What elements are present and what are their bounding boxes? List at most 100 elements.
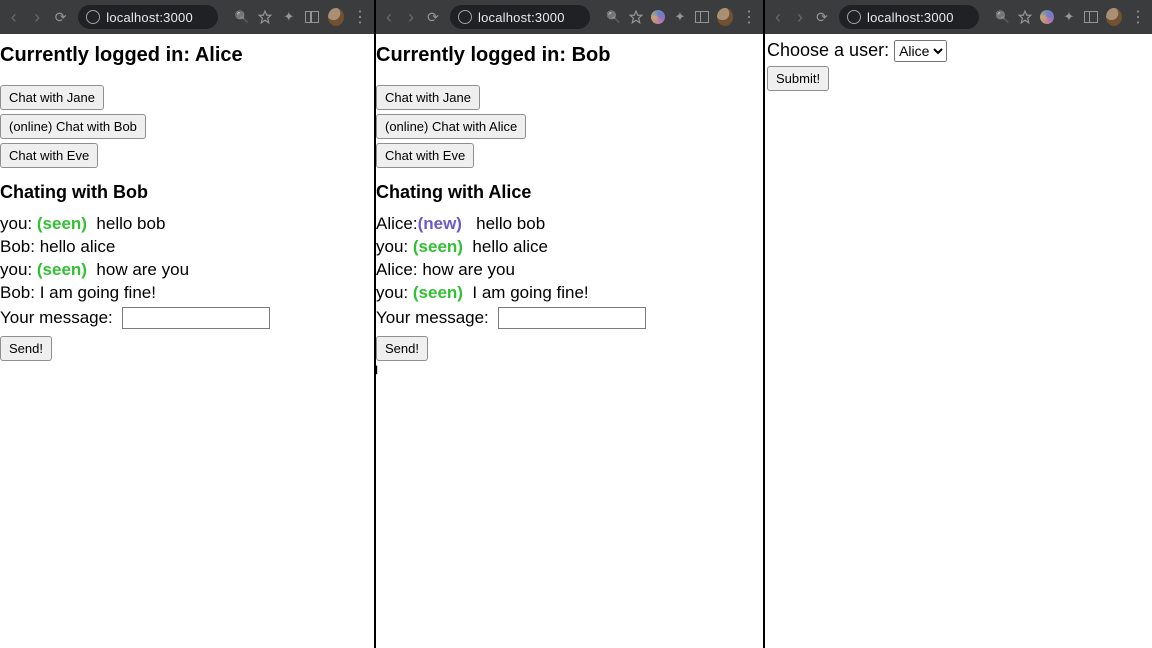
address-bar[interactable]: localhost:3000 (450, 5, 590, 29)
extensions-icon[interactable] (1062, 9, 1076, 25)
chat-heading: Chating with Alice (376, 182, 763, 203)
side-panel-icon[interactable] (1084, 9, 1098, 25)
extensions-icon[interactable] (281, 9, 296, 25)
kebab-menu-icon[interactable] (1130, 9, 1146, 25)
message-row: Bob: I am going fine! (0, 282, 374, 305)
chat-with-jane-button[interactable]: Chat with Jane (376, 85, 480, 110)
chooser-label: Choose a user: (767, 40, 889, 60)
msg-text: I am going fine! (40, 283, 156, 302)
message-input[interactable] (122, 307, 270, 329)
msg-status: (new) (418, 214, 462, 233)
page-content: Choose a user: Alice Submit! (765, 34, 1152, 91)
bookmark-star-icon[interactable] (629, 9, 643, 25)
msg-text: hello alice (40, 237, 116, 256)
message-row: Bob: hello alice (0, 236, 374, 259)
address-bar[interactable]: localhost:3000 (839, 5, 979, 29)
message-row: Alice:(new) hello bob (376, 213, 763, 236)
msg-from: you: (0, 214, 32, 233)
logged-in-user: Bob (572, 44, 611, 66)
chat-with-eve-button[interactable]: Chat with Eve (0, 143, 98, 168)
zoom-icon[interactable] (995, 9, 1010, 25)
back-icon[interactable] (382, 9, 396, 25)
msg-status: (seen) (37, 260, 87, 279)
profile-avatar[interactable] (717, 9, 733, 25)
profile-avatar[interactable] (328, 9, 344, 25)
message-row: you: (seen) how are you (0, 259, 374, 282)
zoom-icon[interactable] (234, 9, 249, 25)
bookmark-star-icon[interactable] (258, 9, 273, 25)
msg-text: hello bob (96, 214, 165, 233)
send-button[interactable]: Send! (0, 336, 52, 361)
message-list: you: (seen) hello bob Bob: hello alice y… (0, 213, 374, 361)
url-text: localhost:3000 (867, 10, 954, 25)
page-title: Currently logged in: Alice (0, 44, 374, 67)
kebab-menu-icon[interactable] (352, 9, 368, 25)
compose-row: Your message: (376, 307, 763, 330)
user-select[interactable]: Alice (894, 40, 947, 62)
message-row: Alice: how are you (376, 259, 763, 282)
title-prefix: Currently logged in: (0, 44, 195, 66)
assistant-orb-icon[interactable] (1040, 9, 1054, 25)
back-icon[interactable] (6, 9, 21, 25)
forward-icon[interactable] (29, 9, 44, 25)
site-info-icon[interactable] (458, 10, 472, 24)
back-icon[interactable] (771, 9, 785, 25)
contact-list: Chat with Jane (online) Chat with Bob Ch… (0, 85, 374, 168)
site-info-icon[interactable] (86, 10, 100, 24)
extensions-icon[interactable] (673, 9, 687, 25)
reload-icon[interactable] (426, 9, 440, 25)
msg-from: Alice: (376, 214, 418, 233)
msg-text: how are you (422, 260, 515, 279)
message-row: you: (seen) hello bob (0, 213, 374, 236)
forward-icon[interactable] (793, 9, 807, 25)
browser-toolbar: localhost:3000 (376, 0, 763, 34)
contact-list: Chat with Jane (online) Chat with Alice … (376, 85, 763, 168)
logged-in-user: Alice (195, 44, 243, 66)
compose-row: Your message: (0, 307, 374, 330)
msg-text: I am going fine! (472, 283, 588, 302)
reload-icon[interactable] (53, 9, 68, 25)
site-info-icon[interactable] (847, 10, 861, 24)
page-content: Currently logged in: Bob Chat with Jane … (376, 44, 763, 361)
msg-status: (seen) (413, 283, 463, 302)
assistant-orb-icon[interactable] (651, 9, 665, 25)
browser-toolbar: localhost:3000 (0, 0, 374, 34)
reload-icon[interactable] (815, 9, 829, 25)
cursor-icon: ◀ (376, 362, 377, 376)
kebab-menu-icon[interactable] (741, 9, 757, 25)
message-row: you: (seen) I am going fine! (376, 282, 763, 305)
message-input[interactable] (498, 307, 646, 329)
msg-from: you: (0, 260, 32, 279)
zoom-icon[interactable] (606, 9, 621, 25)
chat-with-eve-button[interactable]: Chat with Eve (376, 143, 474, 168)
browser-toolbar: localhost:3000 (765, 0, 1152, 34)
url-text: localhost:3000 (106, 10, 193, 25)
send-button[interactable]: Send! (376, 336, 428, 361)
chat-heading: Chating with Bob (0, 182, 374, 203)
chat-with-alice-button[interactable]: (online) Chat with Alice (376, 114, 526, 139)
msg-status: (seen) (413, 237, 463, 256)
msg-from: you: (376, 283, 408, 302)
msg-text: hello alice (472, 237, 548, 256)
msg-from: Bob: (0, 283, 35, 302)
address-bar[interactable]: localhost:3000 (78, 5, 218, 29)
side-panel-icon[interactable] (695, 9, 709, 25)
msg-text: how are you (96, 260, 189, 279)
chat-with-jane-button[interactable]: Chat with Jane (0, 85, 104, 110)
forward-icon[interactable] (404, 9, 418, 25)
msg-text: hello bob (476, 214, 545, 233)
msg-from: Bob: (0, 237, 35, 256)
chat-with-bob-button[interactable]: (online) Chat with Bob (0, 114, 146, 139)
message-list: Alice:(new) hello bob you: (seen) hello … (376, 213, 763, 361)
bookmark-star-icon[interactable] (1018, 9, 1032, 25)
side-panel-icon[interactable] (305, 9, 320, 25)
msg-from: Alice: (376, 260, 418, 279)
page-title: Currently logged in: Bob (376, 44, 763, 67)
msg-from: you: (376, 237, 408, 256)
url-text: localhost:3000 (478, 10, 565, 25)
compose-label: Your message: (0, 308, 113, 327)
browser-window-alice: localhost:3000 Currently logged in: Alic… (0, 0, 376, 648)
submit-button[interactable]: Submit! (767, 66, 829, 91)
page-content: Currently logged in: Alice Chat with Jan… (0, 44, 374, 361)
profile-avatar[interactable] (1106, 9, 1122, 25)
